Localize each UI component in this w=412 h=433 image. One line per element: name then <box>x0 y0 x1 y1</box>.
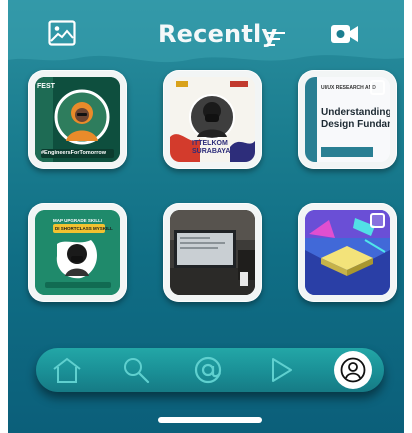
post-card[interactable]: FEST #EngineersForTomorrow <box>28 70 127 169</box>
post-card[interactable]: MAP UPGRADE SKILL! DI SHORTCLASS MYSKILL <box>28 203 127 302</box>
post-thumbnail <box>170 210 255 295</box>
laptop-photo-graphic <box>170 210 255 295</box>
svg-text:FEST: FEST <box>37 83 56 90</box>
post-caption: #EngineersForTomorrow <box>41 150 106 156</box>
post-caption: DI SHORTCLASS MYSKILL <box>55 226 113 231</box>
bottom-navigation <box>36 348 384 392</box>
page-title: Recently <box>158 20 278 48</box>
profile-icon <box>340 357 366 383</box>
post-thumbnail: FEST #EngineersForTomorrow <box>35 77 120 162</box>
post-thumbnail: ITTELKOM SURABAYA <box>170 77 255 162</box>
search-icon[interactable] <box>122 356 150 384</box>
post-card[interactable]: UI/UX RESEARCH AND Understanding Design … <box>298 70 397 169</box>
home-icon[interactable] <box>52 356 82 384</box>
multiple-photos-icon <box>370 80 385 95</box>
post-caption: ITTELKOM SURABAYA <box>192 140 231 155</box>
at-sign-icon[interactable] <box>194 356 222 384</box>
profile-button[interactable] <box>334 351 372 389</box>
multiple-photos-icon <box>370 213 385 228</box>
home-indicator[interactable] <box>158 417 262 423</box>
post-card[interactable] <box>298 203 397 302</box>
post-header: UI/UX RESEARCH AND <box>321 85 376 91</box>
app-screen: Recently FEST #EngineersForTomorrow ITTE… <box>8 0 404 433</box>
post-header: MAP UPGRADE SKILL! <box>53 218 103 223</box>
post-thumbnail: MAP UPGRADE SKILL! DI SHORTCLASS MYSKILL <box>35 210 120 295</box>
play-icon[interactable] <box>270 356 294 384</box>
sort-lines-icon[interactable] <box>267 32 285 46</box>
post-caption: Understanding Design Fundame <box>321 107 390 130</box>
video-camera-icon[interactable] <box>331 24 359 44</box>
image-icon[interactable] <box>48 20 76 46</box>
header: Recently <box>8 8 404 58</box>
post-card[interactable]: ITTELKOM SURABAYA <box>163 70 262 169</box>
post-card[interactable] <box>163 203 262 302</box>
